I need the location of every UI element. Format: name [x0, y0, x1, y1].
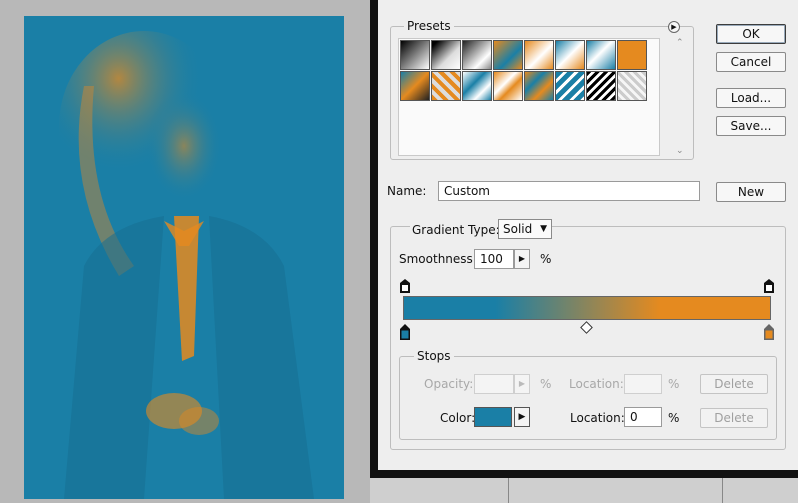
taskbar-divider: [508, 478, 509, 503]
color-stop-left[interactable]: [400, 324, 410, 340]
color-menu-arrow-icon[interactable]: ▶: [514, 407, 530, 427]
presets-label: Presets: [404, 19, 454, 33]
gradient-preview-bar[interactable]: [403, 296, 771, 320]
preset-swatch[interactable]: [431, 40, 461, 70]
opacity-stop-left[interactable]: [400, 279, 410, 293]
gradient-type-value: Solid: [503, 222, 533, 236]
smoothness-unit: %: [540, 252, 552, 266]
preset-swatch[interactable]: [493, 71, 523, 101]
stop-color-swatch[interactable]: [474, 407, 512, 427]
preset-swatch[interactable]: [524, 71, 554, 101]
color-location-unit: %: [668, 411, 680, 425]
opacity-stepper-icon[interactable]: ▶: [514, 374, 530, 394]
presets-scrollbar[interactable]: ⌃ ⌄: [672, 38, 688, 156]
preset-swatch[interactable]: [617, 71, 647, 101]
preset-swatch[interactable]: [493, 40, 523, 70]
opacity-location-label: Location:: [569, 377, 624, 391]
scroll-down-icon[interactable]: ⌄: [676, 146, 684, 156]
preset-swatch[interactable]: [431, 71, 461, 101]
color-location-label: Location:: [570, 411, 625, 425]
cancel-button[interactable]: Cancel: [716, 52, 786, 72]
chevron-down-icon: ▼: [540, 224, 547, 234]
save-button[interactable]: Save...: [716, 116, 786, 136]
opacity-stop-right[interactable]: [764, 279, 774, 293]
preset-swatch[interactable]: [400, 71, 430, 101]
preset-swatch[interactable]: [462, 40, 492, 70]
opacity-unit: %: [540, 377, 552, 391]
taskbar-strip: [370, 478, 798, 503]
gradient-type-label: Gradient Type:: [410, 223, 502, 237]
gradient-type-select[interactable]: Solid ▼: [498, 219, 552, 239]
taskbar-divider: [722, 478, 723, 503]
preset-swatch[interactable]: [586, 40, 616, 70]
stops-label: Stops: [414, 349, 454, 363]
smoothness-stepper-icon[interactable]: ▶: [514, 249, 530, 269]
color-location-input[interactable]: 0: [624, 407, 662, 427]
preset-swatch[interactable]: [524, 40, 554, 70]
ok-button[interactable]: OK: [716, 24, 786, 44]
smoothness-label: Smoothness:: [399, 252, 477, 266]
preset-swatch[interactable]: [462, 71, 492, 101]
color-label: Color:: [440, 411, 476, 425]
preset-swatch[interactable]: [586, 71, 616, 101]
name-label: Name:: [387, 184, 427, 198]
preset-swatch[interactable]: [555, 40, 585, 70]
new-button[interactable]: New: [716, 182, 786, 202]
delete-color-stop-button[interactable]: Delete: [700, 408, 768, 428]
load-button[interactable]: Load...: [716, 88, 786, 108]
duotone-photo: [24, 16, 344, 499]
name-input[interactable]: Custom: [438, 181, 700, 201]
opacity-location-input[interactable]: [624, 374, 662, 394]
photo-artwork: [24, 16, 344, 499]
opacity-label: Opacity:: [424, 377, 474, 391]
opacity-input[interactable]: [474, 374, 514, 394]
color-stop-right[interactable]: [764, 324, 774, 340]
preset-swatch[interactable]: [617, 40, 647, 70]
presets-menu-arrow-icon[interactable]: ▶: [668, 21, 680, 33]
opacity-location-unit: %: [668, 377, 680, 391]
smoothness-input[interactable]: 100: [474, 249, 514, 269]
preset-swatch[interactable]: [400, 40, 430, 70]
scroll-up-icon[interactable]: ⌃: [676, 38, 684, 48]
preset-swatch[interactable]: [555, 71, 585, 101]
delete-opacity-stop-button[interactable]: Delete: [700, 374, 768, 394]
